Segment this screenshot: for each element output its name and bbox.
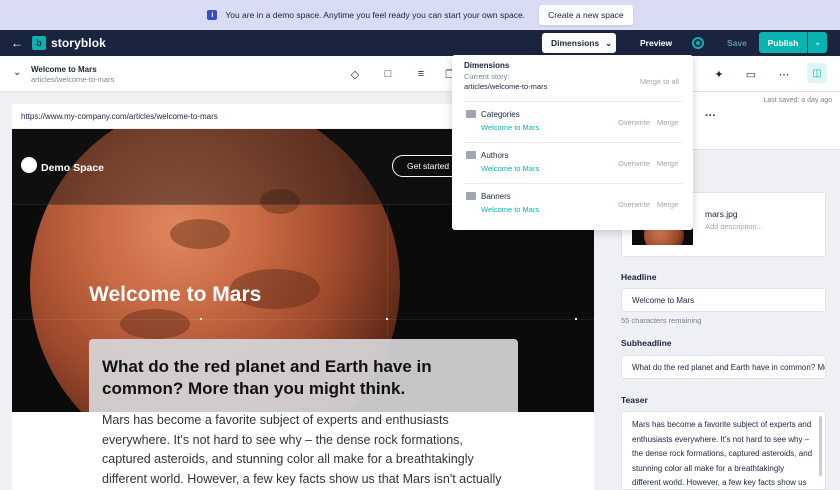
dimensions-title: Dimensions xyxy=(464,61,510,70)
teaser-value: Mars has become a favorite subject of ex… xyxy=(632,420,813,487)
headline-char-count: 55 characters remaining xyxy=(621,316,702,325)
folder-icon xyxy=(466,192,476,200)
headline-label: Headline xyxy=(621,272,657,282)
dimension-story-link[interactable]: Welcome to Mars xyxy=(481,164,539,173)
toggle-panel-icon[interactable]: ◫ xyxy=(807,63,827,83)
overwrite-button[interactable]: Overwrite xyxy=(618,200,650,209)
guide-marker xyxy=(575,318,577,320)
preview-url: https://www.my-company.com/articles/welc… xyxy=(21,111,218,121)
subheadline-label: Subheadline xyxy=(621,338,672,348)
guide-marker xyxy=(386,318,388,320)
desktop-view-icon[interactable]: ▭ xyxy=(744,67,758,81)
teaser-block[interactable]: What do the red planet and Earth have in… xyxy=(89,339,518,412)
asset-description-input[interactable]: Add description... xyxy=(705,222,763,231)
brand-name: storyblok xyxy=(51,36,106,50)
teaser-label: Teaser xyxy=(621,395,648,405)
publish-button[interactable]: Publish xyxy=(759,32,807,53)
more-options-icon[interactable]: ⋯ xyxy=(777,67,791,81)
asset-filename: mars.jpg xyxy=(705,209,738,219)
status-icon[interactable] xyxy=(692,37,704,49)
back-arrow-icon[interactable]: ← xyxy=(6,30,28,56)
merge-button[interactable]: Merge xyxy=(657,118,678,127)
teaser-heading: What do the red planet and Earth have in… xyxy=(102,357,432,398)
chevron-down-icon: ⌄ xyxy=(605,38,612,48)
overwrite-button[interactable]: Overwrite xyxy=(618,159,650,168)
folder-icon xyxy=(466,110,476,118)
story-collapse-chevron-icon[interactable]: ⌄ xyxy=(13,67,21,78)
dimension-name: Categories xyxy=(481,110,520,119)
dimensions-button[interactable]: Dimensions ⌄ xyxy=(542,33,616,53)
site-name: Demo Space xyxy=(41,162,105,174)
subheadline-value: What do the red planet and Earth have in… xyxy=(632,362,825,372)
demo-banner-message: You are in a demo space. Anytime you fee… xyxy=(225,10,526,20)
merge-button[interactable]: Merge xyxy=(657,200,678,209)
last-saved-status: Last saved: a day ago xyxy=(763,97,833,104)
story-toolbar: ⌄ Welcome to Mars articles/welcome-to-ma… xyxy=(0,56,840,92)
create-space-button[interactable]: Create a new space xyxy=(539,5,633,25)
current-story-path: articles/welcome-to-mars xyxy=(464,82,548,91)
info-icon: i xyxy=(207,10,218,20)
current-story-label: Current story: xyxy=(464,72,510,81)
hero-title: Welcome to Mars xyxy=(89,283,262,306)
divider xyxy=(464,183,683,184)
divider xyxy=(464,142,683,143)
diamond-icon[interactable]: ◇ xyxy=(348,67,362,81)
publish-options-chevron-icon[interactable]: ⌄ xyxy=(808,32,827,53)
divider xyxy=(464,101,683,102)
storyblok-logo-icon: b xyxy=(32,36,46,50)
teaser-textarea[interactable]: Mars has become a favorite subject of ex… xyxy=(621,411,826,490)
story-path: articles/welcome-to-mars xyxy=(31,75,115,84)
site-logo-icon xyxy=(21,157,37,173)
dimensions-button-label: Dimensions xyxy=(551,38,600,48)
merge-button[interactable]: Merge xyxy=(657,159,678,168)
subheadline-input[interactable]: What do the red planet and Earth have in… xyxy=(621,355,826,379)
tools-icon[interactable]: ✦ xyxy=(712,67,726,81)
merge-to-all-button[interactable]: Merge to all xyxy=(640,77,679,86)
dimension-story-link[interactable]: Welcome to Mars xyxy=(481,205,539,214)
settings-sliders-icon[interactable]: ≡ xyxy=(414,67,428,81)
overwrite-button[interactable]: Overwrite xyxy=(618,118,650,127)
headline-input[interactable]: Welcome to Mars xyxy=(621,288,826,312)
folder-icon xyxy=(466,151,476,159)
demo-banner: i You are in a demo space. Anytime you f… xyxy=(0,0,840,30)
top-bar: ← b storyblok Dimensions ⌄ Preview Save … xyxy=(0,30,840,56)
dimensions-dropdown: Dimensions Current story: articles/welco… xyxy=(452,55,693,230)
story-title: Welcome to Mars xyxy=(31,65,97,74)
headline-value: Welcome to Mars xyxy=(632,295,695,305)
dimension-name: Banners xyxy=(481,192,511,201)
preview-button[interactable]: Preview xyxy=(640,38,672,48)
guide-line xyxy=(12,319,594,320)
dimension-name: Authors xyxy=(481,151,509,160)
more-options-icon[interactable]: ··· xyxy=(705,110,716,122)
dimension-story-link[interactable]: Welcome to Mars xyxy=(481,123,539,132)
guide-marker xyxy=(200,318,202,320)
comment-icon[interactable]: □ xyxy=(381,67,395,81)
textarea-scrollbar[interactable] xyxy=(819,416,822,476)
article-body: Mars has become a favorite subject of ex… xyxy=(102,413,502,486)
save-button[interactable]: Save xyxy=(727,38,747,48)
